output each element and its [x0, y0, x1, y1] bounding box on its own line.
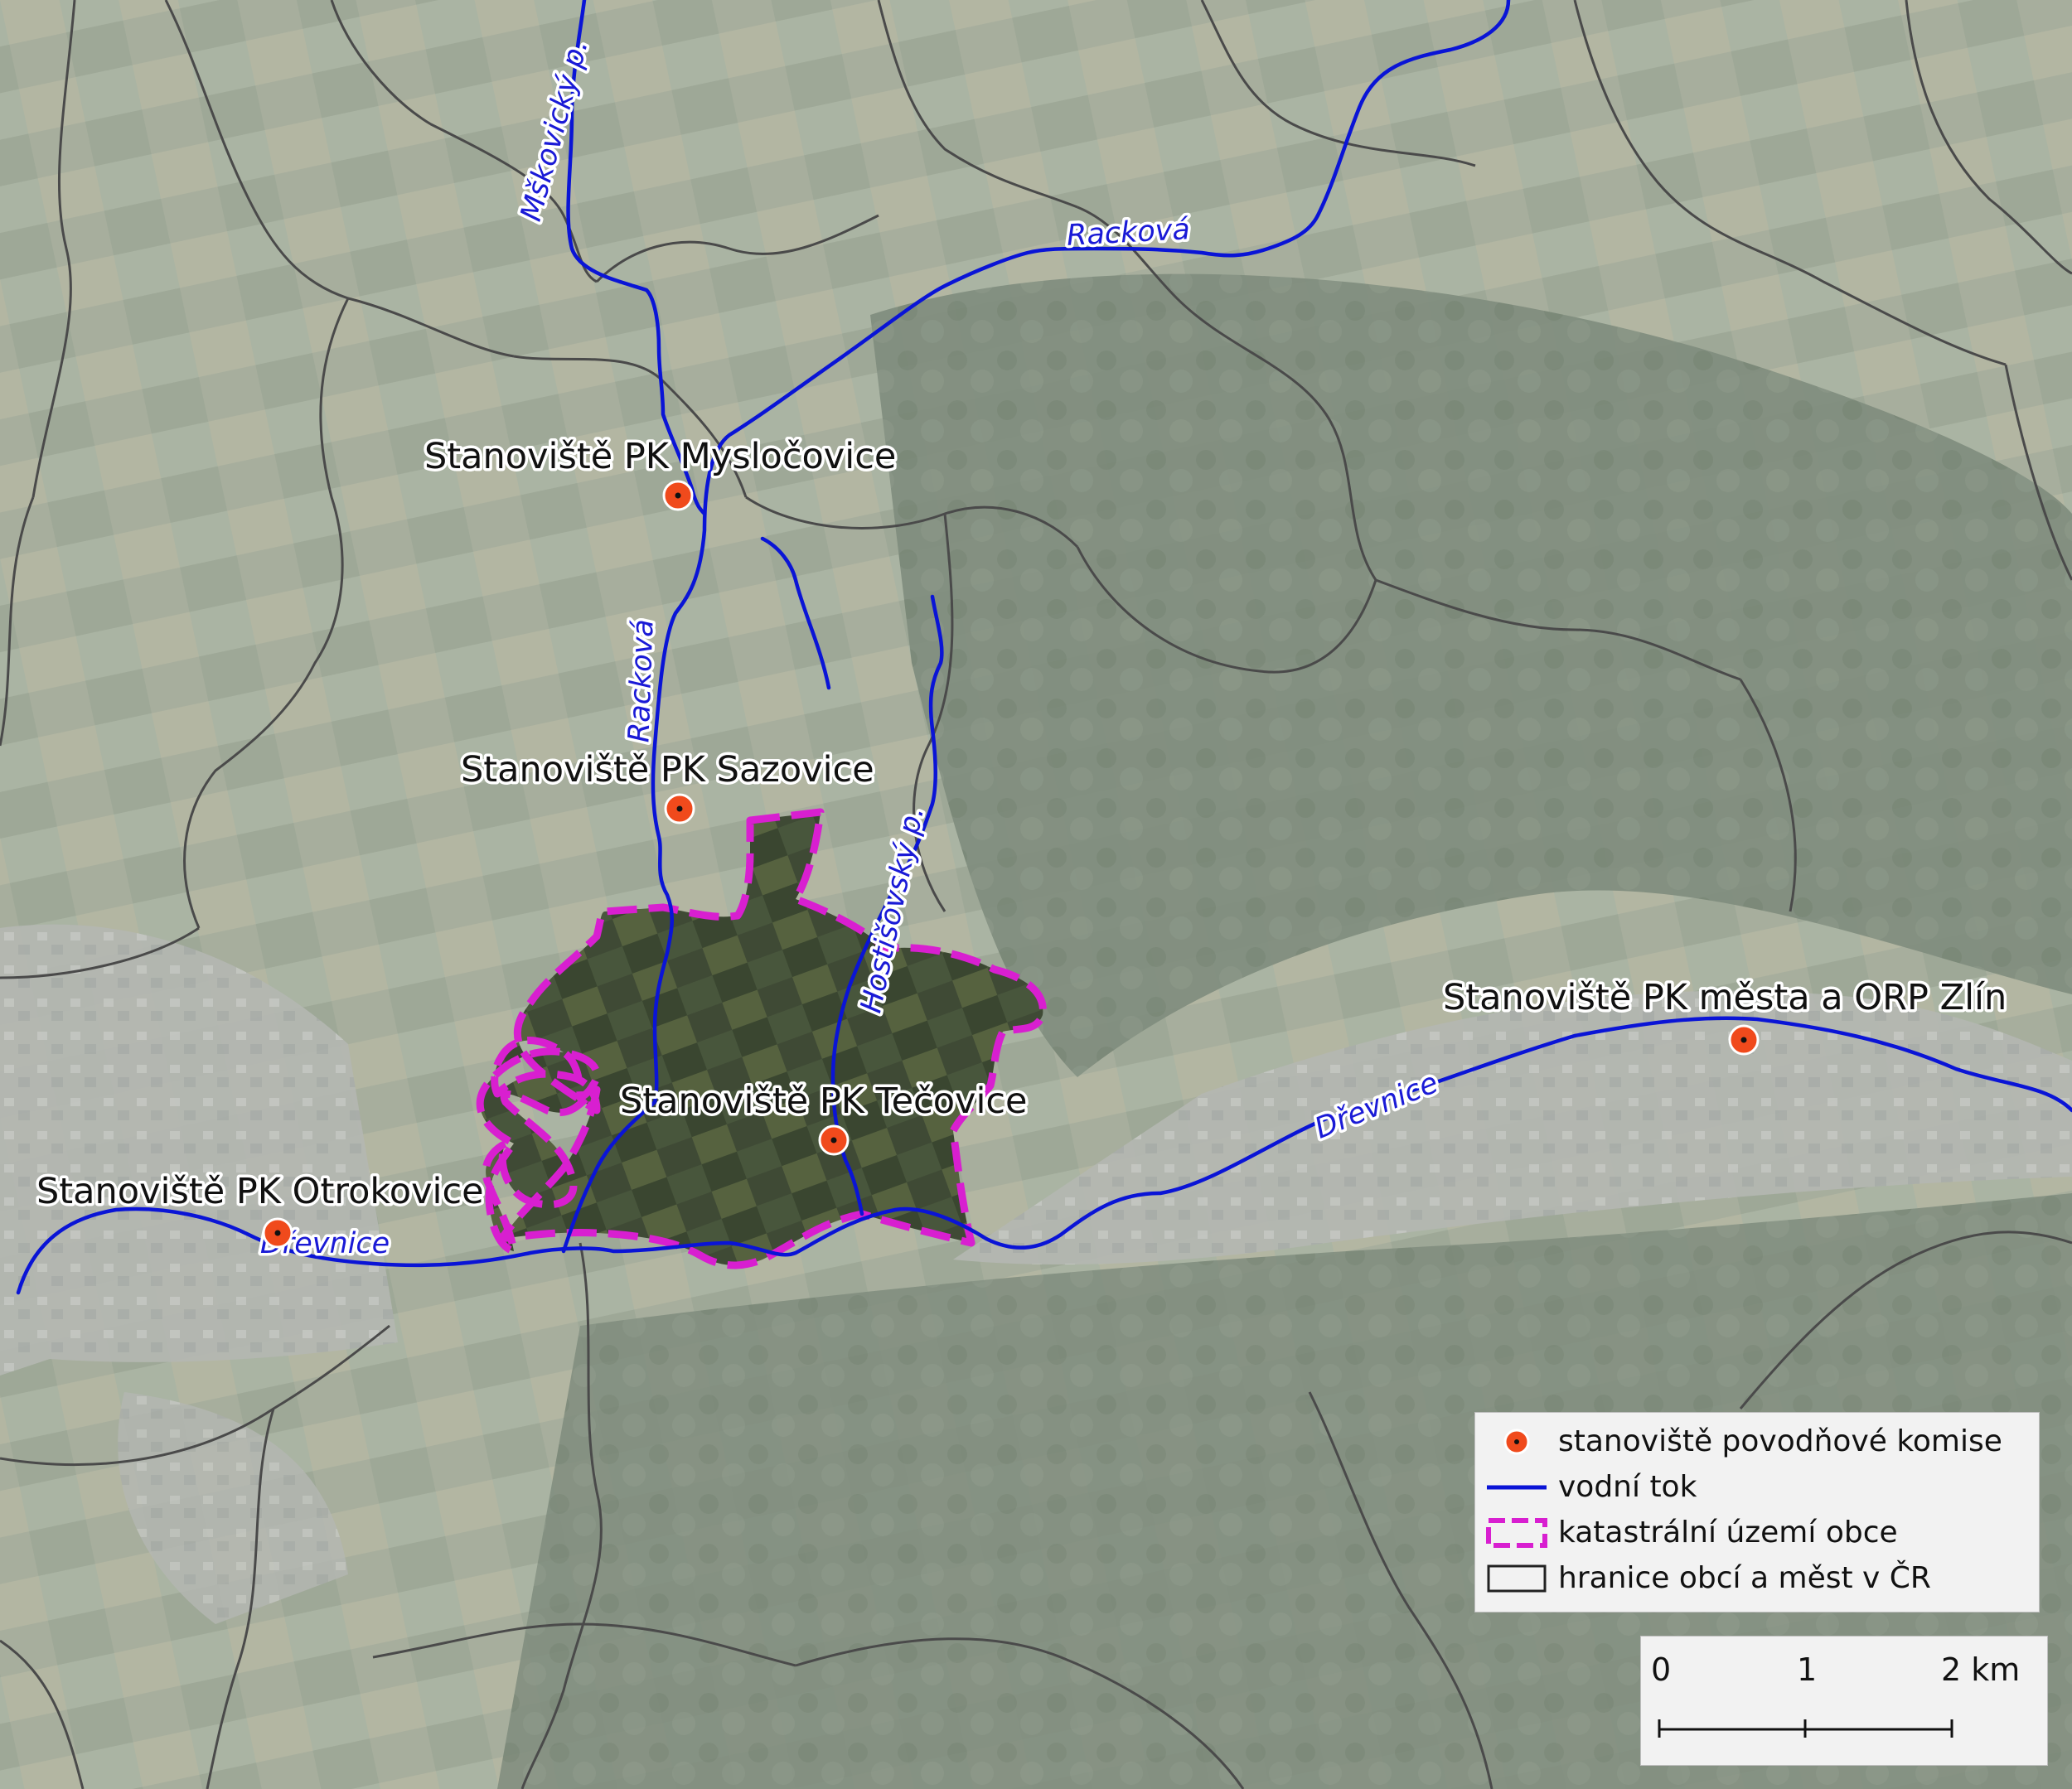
scale-bar: 0 1 2 km [1640, 1636, 2048, 1766]
river-label-rackova-c: Racková [622, 619, 660, 743]
legend-item-cadastral: katastrální území obce [1475, 1512, 2039, 1554]
station-marker-tecovice[interactable] [818, 1124, 850, 1156]
legend-item-boundary: hranice obcí a měst v ČR [1475, 1558, 2039, 1599]
legend: stanoviště povodňové komise vodní tok ka… [1474, 1412, 2040, 1613]
station-marker-otrokovice[interactable] [262, 1217, 293, 1249]
legend-label: hranice obcí a měst v ČR [1558, 1561, 1931, 1595]
legend-label: stanoviště povodňové komise [1558, 1424, 2002, 1458]
station-label-zlin: Stanoviště PK města a ORP Zlín [1443, 977, 2007, 1018]
station-label-otrokovice: Stanoviště PK Otrokovice [36, 1171, 484, 1212]
cadastral-dashed-icon [1486, 1518, 1547, 1548]
station-label-myslocovice: Stanoviště PK Mysločovice [424, 436, 896, 477]
river-label-rackova-n: Racková [1066, 213, 1191, 253]
scale-bar-graphic [1658, 1719, 1953, 1738]
station-label-tecovice: Stanoviště PK Tečovice [620, 1081, 1028, 1122]
boundary-box-icon [1487, 1564, 1547, 1593]
legend-item-river: vodní tok [1475, 1467, 2039, 1508]
station-label-sazovice: Stanoviště PK Sazovice [461, 749, 874, 791]
legend-label: vodní tok [1558, 1470, 1697, 1504]
legend-item-station: stanoviště povodňové komise [1475, 1421, 2039, 1463]
station-marker-sazovice[interactable] [664, 793, 695, 824]
station-dot-icon [1503, 1429, 1530, 1455]
station-marker-zlin[interactable] [1728, 1024, 1760, 1056]
station-marker-myslocovice[interactable] [662, 480, 694, 511]
legend-label: katastrální území obce [1558, 1516, 1898, 1550]
river-line-icon [1487, 1485, 1547, 1490]
